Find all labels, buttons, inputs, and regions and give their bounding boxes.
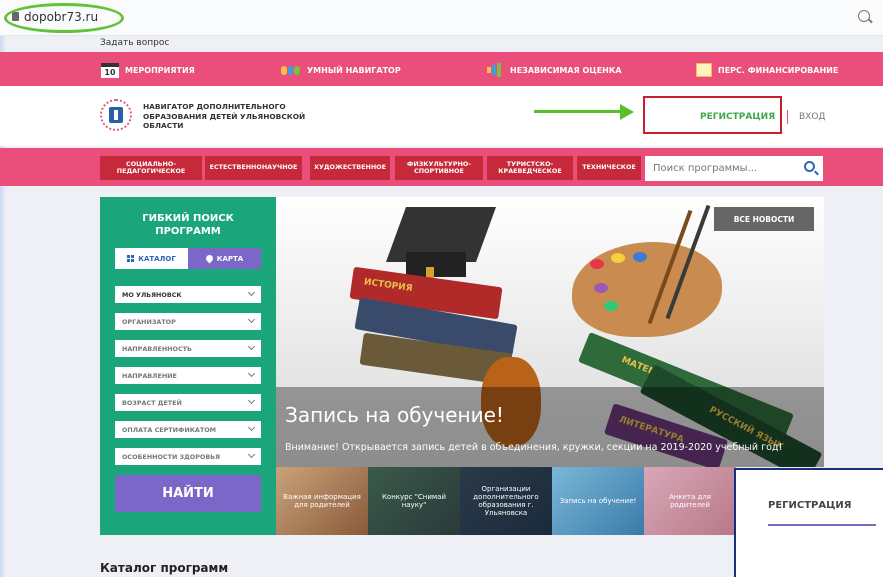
news-thumbnail[interactable]: Конкурс "Снимай науку": [368, 467, 460, 535]
select-value: ОРГАНИЗАТОР: [122, 317, 176, 326]
program-search-input[interactable]: [645, 156, 793, 181]
select-certificate-payment[interactable]: ОПЛАТА СЕРТИФИКАТОМ: [115, 421, 261, 438]
filter-title: ГИБКИЙ ПОИСК ПРОГРАММ: [100, 212, 276, 238]
thumbnail-label: Запись на обучение!: [559, 497, 637, 505]
arrow-head: [620, 104, 634, 120]
category-nav: СОЦИАЛЬНО- ПЕДАГОГИЧЕСКОЕ ЕСТЕСТВЕННОНАУ…: [0, 148, 883, 186]
news-thumbnail[interactable]: Запись на обучение!: [552, 467, 644, 535]
search-icon[interactable]: [804, 161, 815, 172]
news-thumbnail[interactable]: Организации дополнительного образования …: [460, 467, 552, 535]
select-value: НАПРАВЛЕННОСТЬ: [122, 344, 192, 353]
registration-popup-title[interactable]: РЕГИСТРАЦИЯ: [768, 500, 851, 511]
filter-title-text: ГИБКИЙ ПОИСК ПРОГРАММ: [142, 213, 234, 237]
registration-popup: РЕГИСТРАЦИЯ: [734, 468, 883, 577]
select-value: ВОЗРАСТ ДЕТЕЙ: [122, 398, 182, 407]
site-header: НАВИГАТОР ДОПОЛНИТЕЛЬНОГО ОБРАЗОВАНИЯ ДЕ…: [0, 86, 883, 146]
hero-caption-shade: [276, 387, 824, 467]
select-value: НАПРАВЛЕНИЕ: [122, 371, 177, 380]
calendar-icon: 10: [101, 62, 119, 78]
news-hero-banner[interactable]: ИСТОРИЯ МАТЕМАТИКА РУССКИЙ ЯЗЫК ЛИТЕРАТУ…: [276, 197, 824, 467]
document-icon: [696, 63, 712, 77]
category-social-pedagogical[interactable]: СОЦИАЛЬНО- ПЕДАГОГИЧЕСКОЕ: [100, 156, 202, 180]
paint-dot: [604, 301, 618, 311]
chevron-down-icon: [247, 396, 256, 405]
graduation-cap-base: [406, 252, 466, 277]
grid-icon: [127, 255, 135, 262]
paint-dot: [611, 253, 625, 263]
login-link[interactable]: ВХОД: [799, 112, 825, 122]
select-municipality[interactable]: МО УЛЬЯНОВСК: [115, 286, 261, 303]
brand-line: НАВИГАТОР ДОПОЛНИТЕЛЬНОГО: [143, 102, 286, 111]
topnav-label: МЕРОПРИЯТИЯ: [125, 65, 195, 75]
brand-line: ОБРАЗОВАНИЯ ДЕТЕЙ УЛЬЯНОВСКОЙ: [143, 111, 306, 121]
paint-dot: [590, 259, 604, 269]
chevron-down-icon: [247, 450, 256, 459]
topnav-smart-navigator[interactable]: УМНЫЙ НАВИГАТОР: [281, 62, 401, 78]
tab-catalog-label: КАТАЛОГ: [138, 254, 176, 263]
hero-title[interactable]: Запись на обучение!: [285, 403, 504, 427]
program-search: [645, 156, 823, 181]
category-natural-science[interactable]: ЕСТЕСТВЕННОНАУЧНОЕ: [205, 156, 302, 180]
header-divider: [787, 110, 788, 124]
thumbnail-label: Анкета для родителей: [668, 493, 712, 509]
group-icon: [281, 62, 301, 78]
filter-tabs: КАТАЛОГ КАРТА: [115, 248, 261, 269]
catalog-heading: Каталог программ: [100, 561, 229, 575]
select-direction[interactable]: НАПРАВЛЕНИЕ: [115, 367, 261, 384]
category-tourism[interactable]: ТУРИСТСКО- КРАЕВЕДЧЕСКОЕ: [487, 156, 573, 180]
hero-text: Внимание! Открывается запись детей в объ…: [285, 442, 783, 453]
register-link[interactable]: РЕГИСТРАЦИЯ: [700, 112, 775, 122]
tab-map-label: КАРТА: [216, 254, 244, 263]
bar-chart-icon: [484, 62, 504, 78]
annotation-arrow: [534, 104, 634, 120]
site-brand[interactable]: НАВИГАТОР ДОПОЛНИТЕЛЬНОГО ОБРАЗОВАНИЯ ДЕ…: [143, 102, 333, 131]
news-thumbnail[interactable]: Важная информация для родителей: [276, 467, 368, 535]
select-value: ОСОБЕННОСТИ ЗДОРОВЬЯ: [122, 452, 220, 461]
brand-line: ОБЛАСТИ: [143, 121, 184, 130]
select-health-features[interactable]: ОСОБЕННОСТИ ЗДОРОВЬЯ: [115, 448, 261, 465]
category-art[interactable]: ХУДОЖЕСТВЕННОЕ: [310, 156, 390, 180]
zoom-icon[interactable]: [858, 10, 870, 22]
select-child-age[interactable]: ВОЗРАСТ ДЕТЕЙ: [115, 394, 261, 411]
page: dopobr73.ru Задать вопрос 10 МЕРОПРИЯТИЯ…: [0, 0, 883, 577]
top-nav: 10 МЕРОПРИЯТИЯ УМНЫЙ НАВИГАТОР НЕЗАВИСИМ…: [0, 52, 883, 86]
paint-dot: [633, 252, 647, 262]
topnav-label: ПЕРС. ФИНАНСИРОВАНИЕ: [718, 65, 839, 75]
ask-question-link[interactable]: Задать вопрос: [100, 38, 169, 48]
topnav-label: УМНЫЙ НАВИГАТОР: [307, 65, 401, 75]
popup-underline: [768, 524, 876, 526]
select-value: ОПЛАТА СЕРТИФИКАТОМ: [122, 425, 217, 434]
news-thumbnail[interactable]: Анкета для родителей: [644, 467, 736, 535]
tab-catalog[interactable]: КАТАЛОГ: [115, 248, 188, 269]
thumbnail-label: Важная информация для родителей: [283, 493, 361, 509]
topnav-label: НЕЗАВИСИМАЯ ОЦЕНКА: [510, 65, 622, 75]
news-thumbnails: Важная информация для родителей Конкурс …: [276, 467, 736, 535]
select-focus[interactable]: НАПРАВЛЕННОСТЬ: [115, 340, 261, 357]
find-button[interactable]: НАЙТИ: [115, 475, 261, 512]
site-logo-icon[interactable]: [100, 99, 132, 131]
arrow-shaft: [534, 110, 622, 113]
chevron-down-icon: [247, 423, 256, 432]
tab-map[interactable]: КАРТА: [188, 248, 261, 269]
category-sport[interactable]: ФИЗКУЛЬТУРНО- СПОРТИВНОЕ: [395, 156, 483, 180]
topnav-events[interactable]: 10 МЕРОПРИЯТИЯ: [101, 62, 195, 78]
flexible-search-panel: ГИБКИЙ ПОИСК ПРОГРАММ КАТАЛОГ КАРТА МО У…: [100, 197, 276, 535]
paint-dot: [594, 283, 608, 293]
all-news-button[interactable]: ВСЕ НОВОСТИ: [714, 207, 814, 231]
chevron-down-icon: [247, 315, 256, 324]
chevron-down-icon: [247, 369, 256, 378]
topnav-independent-rating[interactable]: НЕЗАВИСИМАЯ ОЦЕНКА: [484, 62, 622, 78]
chevron-down-icon: [247, 342, 256, 351]
category-technical[interactable]: ТЕХНИЧЕСКОЕ: [577, 156, 641, 180]
topnav-personal-financing[interactable]: ПЕРС. ФИНАНСИРОВАНИЕ: [696, 62, 838, 78]
url-highlight-ellipse: [4, 3, 124, 33]
select-value: МО УЛЬЯНОВСК: [122, 290, 182, 299]
select-organizer[interactable]: ОРГАНИЗАТОР: [115, 313, 261, 330]
thumbnail-label: Конкурс "Снимай науку": [381, 493, 447, 509]
book-label: ИСТОРИЯ: [363, 277, 414, 295]
chevron-down-icon: [247, 288, 256, 297]
address-bar[interactable]: dopobr73.ru: [0, 0, 883, 36]
thumbnail-label: Организации дополнительного образования …: [473, 485, 539, 517]
map-pin-icon: [204, 253, 215, 264]
